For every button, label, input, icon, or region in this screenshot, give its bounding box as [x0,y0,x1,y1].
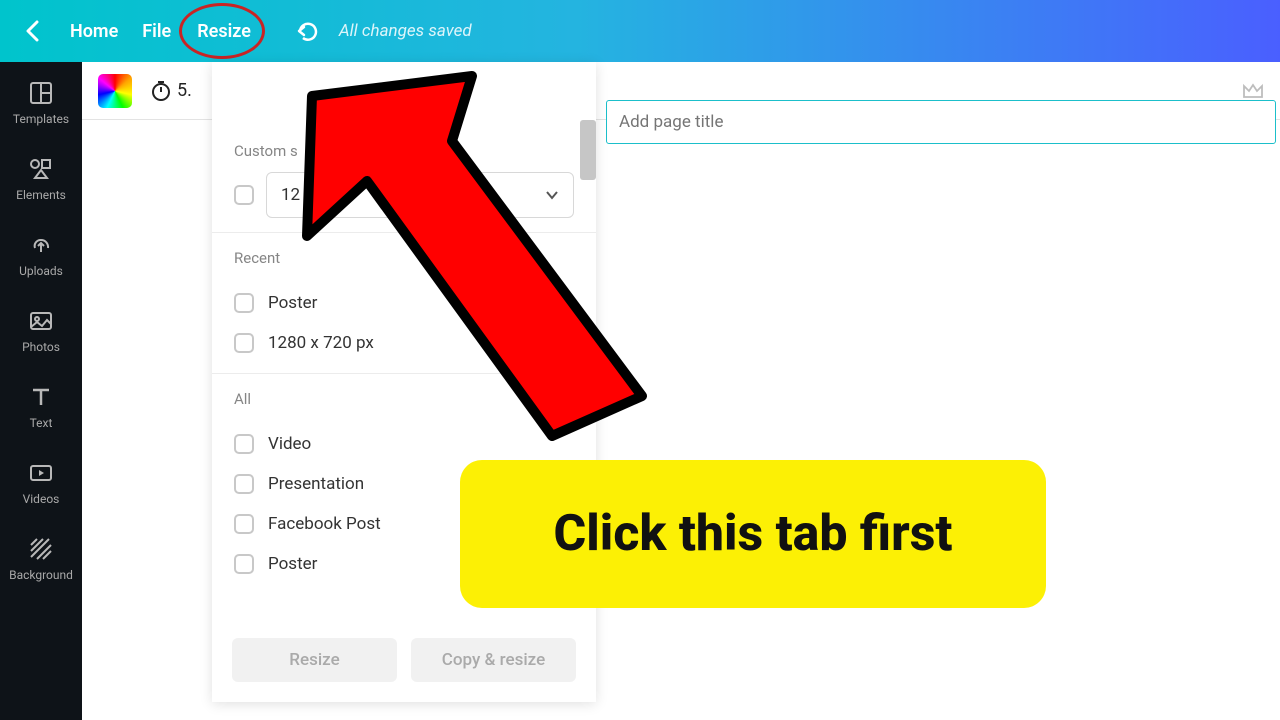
sidebar-text[interactable]: Text [0,384,82,430]
sidebar-background[interactable]: Background [0,536,82,582]
all-item-poster[interactable]: Poster [212,544,596,584]
recent-item-1280x720[interactable]: 1280 x 720 px [212,323,596,363]
list-item-label: Presentation [268,474,364,494]
stopwatch-icon [150,80,172,102]
page-title-input[interactable] [619,112,1263,132]
duration-value: 5. [177,80,192,101]
undo-button[interactable] [295,20,321,42]
sidebar-photos[interactable]: Photos [0,308,82,354]
sidebar-background-label: Background [9,568,73,582]
sidebar-elements-label: Elements [16,188,66,202]
resize-button[interactable]: Resize [232,638,397,682]
list-item-label: Poster [268,293,317,313]
custom-size-label: Custom s [234,142,574,160]
all-section-label: All [234,390,574,408]
crown-icon [1242,82,1264,100]
checkbox[interactable] [234,474,254,494]
recent-item-poster[interactable]: Poster [212,283,596,323]
menu-home[interactable]: Home [70,21,118,42]
chevron-down-icon [545,190,559,200]
all-item-facebook-post[interactable]: Facebook Post [212,504,596,544]
list-item-label: Poster [268,554,317,574]
sidebar-videos[interactable]: Videos [0,460,82,506]
sidebar-uploads[interactable]: Uploads [0,232,82,278]
sidebar-elements[interactable]: Elements [0,156,82,202]
custom-size-checkbox[interactable] [234,185,254,205]
all-item-video[interactable]: Video [212,424,596,464]
menu-resize[interactable]: Resize [195,17,253,46]
copy-resize-button[interactable]: Copy & resize [411,638,576,682]
photos-icon [28,308,54,334]
sidebar-uploads-label: Uploads [19,264,63,278]
all-item-presentation[interactable]: Presentation [212,464,596,504]
text-icon [28,384,54,410]
sidebar-templates-label: Templates [13,112,69,126]
menu-file[interactable]: File [142,21,171,42]
checkbox[interactable] [234,554,254,574]
resize-dropdown-panel: Custom s 12 Recent Poster 1280 x 720 px [212,62,596,702]
checkbox[interactable] [234,333,254,353]
recent-section-label: Recent [234,249,574,267]
sidebar-videos-label: Videos [23,492,60,506]
custom-width-value: 12 [281,185,300,205]
left-sidebar: Templates Elements Uploads Photos Text [0,62,82,720]
list-item-label: Video [268,434,311,454]
list-item-label: Facebook Post [268,514,381,534]
checkbox[interactable] [234,293,254,313]
sidebar-photos-label: Photos [22,340,60,354]
page-title-field[interactable] [606,100,1276,144]
elements-icon [28,156,54,182]
back-button[interactable] [18,20,46,42]
top-menu-bar: Home File Resize All changes saved [0,0,1280,62]
save-status: All changes saved [339,21,472,41]
checkbox[interactable] [234,434,254,454]
videos-icon [28,460,54,486]
list-item-label: 1280 x 720 px [268,333,374,353]
sidebar-text-label: Text [30,416,53,430]
duration-control[interactable]: 5. [150,80,192,102]
background-icon [28,536,54,562]
color-picker-swatch[interactable] [98,74,132,108]
custom-size-input[interactable]: 12 [266,172,574,218]
sidebar-templates[interactable]: Templates [0,80,82,126]
menu-resize-label: Resize [197,21,251,42]
uploads-icon [28,232,54,258]
checkbox[interactable] [234,514,254,534]
panel-scrollbar[interactable] [580,120,596,180]
templates-icon [28,80,54,106]
